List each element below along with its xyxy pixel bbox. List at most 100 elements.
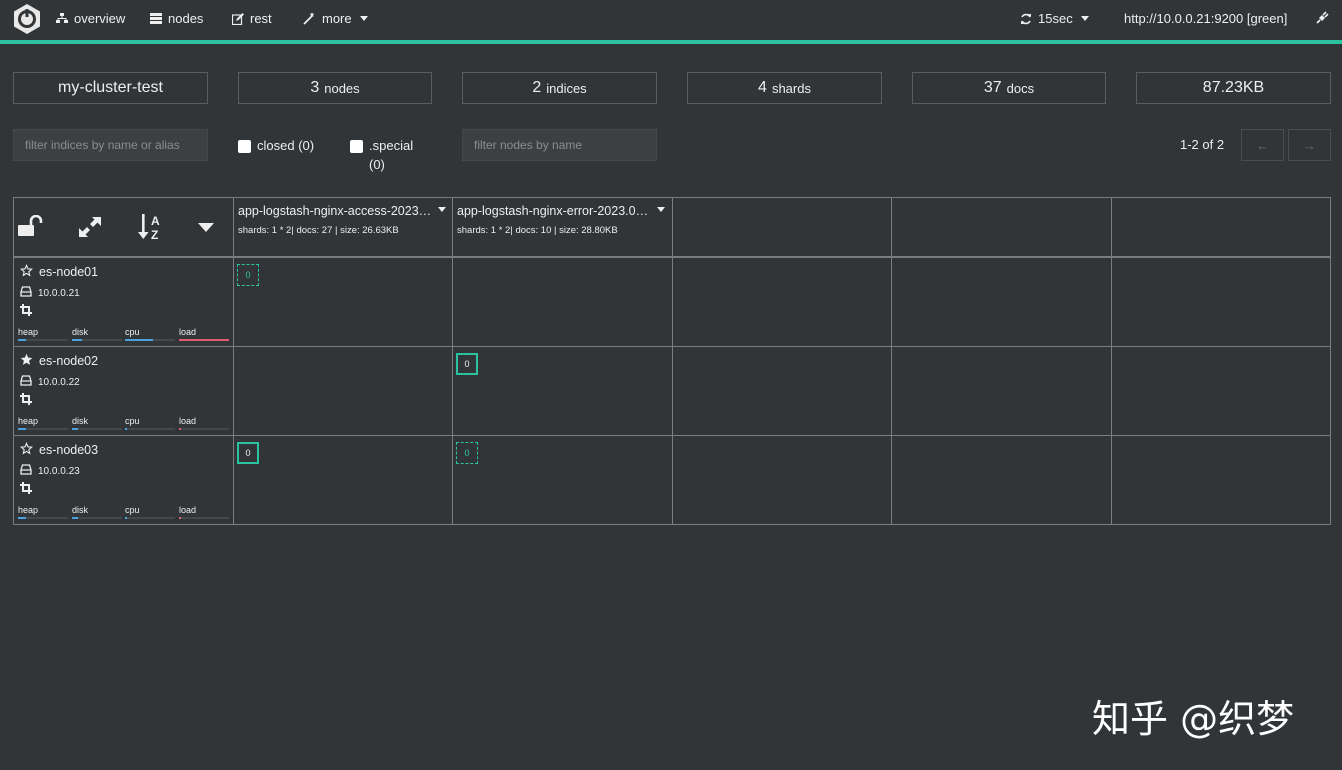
column-divider bbox=[452, 198, 453, 524]
caret-down-icon[interactable] bbox=[657, 207, 665, 212]
metric-heap: heap bbox=[18, 416, 68, 430]
metric-bar bbox=[72, 339, 122, 341]
crop-icon bbox=[20, 482, 32, 497]
index-name: app-logstash-nginx-error-2023.06.05 bbox=[457, 204, 651, 218]
metric-bar-fill bbox=[18, 517, 26, 519]
shards-count-box: 4 shards bbox=[687, 72, 882, 104]
node-name-link[interactable]: es-node03 bbox=[19, 441, 99, 458]
arrow-left-icon: ← bbox=[1256, 137, 1269, 153]
metric-label: load bbox=[179, 327, 197, 337]
cluster-overview-grid: A Z app-logstash-nginx-access-2023.06.05… bbox=[13, 197, 1331, 525]
column-divider bbox=[233, 198, 234, 524]
crop-icon bbox=[20, 304, 32, 319]
index-meta: shards: 1 * 2| docs: 10 | size: 28.80KB bbox=[457, 225, 618, 236]
metric-disk: disk bbox=[72, 327, 122, 341]
metric-label: heap bbox=[18, 327, 39, 337]
metric-bar bbox=[125, 339, 175, 341]
metric-load: load bbox=[179, 416, 229, 430]
cluster-size: 87.23KB bbox=[1202, 79, 1265, 96]
pagination-summary: 1-2 of 2 bbox=[1180, 137, 1225, 152]
svg-text:A: A bbox=[151, 214, 160, 228]
unlock-icon[interactable] bbox=[18, 215, 44, 237]
caret-down-icon[interactable] bbox=[438, 207, 446, 212]
special-label: .special bbox=[369, 138, 414, 153]
index-header-0[interactable]: app-logstash-nginx-access-2023.06.05 sha… bbox=[238, 204, 448, 236]
master-star-icon bbox=[20, 353, 33, 369]
node-ip-text: 10.0.0.22 bbox=[38, 376, 80, 388]
metric-label: cpu bbox=[125, 327, 140, 337]
metric-label: load bbox=[179, 505, 197, 515]
node-ip: 10.0.0.22 bbox=[20, 375, 80, 389]
node-name: es-node02 bbox=[39, 354, 99, 368]
metric-bar bbox=[125, 517, 175, 519]
metric-label: disk bbox=[72, 505, 89, 515]
primary-shard[interactable]: 0 bbox=[237, 442, 259, 464]
metric-load: load bbox=[179, 505, 229, 519]
node-name-link[interactable]: es-node02 bbox=[20, 353, 98, 369]
replica-shard[interactable]: 0 bbox=[237, 264, 259, 286]
index-meta: shards: 1 * 2| docs: 27 | size: 26.63KB bbox=[238, 225, 399, 236]
index-filter-input[interactable] bbox=[13, 129, 208, 161]
chevron-down-icon bbox=[1080, 16, 1089, 21]
indices-count-label: indices bbox=[546, 80, 587, 96]
connection-label: http://10.0.0.21:9200 [green] bbox=[1124, 11, 1288, 26]
indices-count: 2 bbox=[532, 79, 542, 96]
indices-count-box: 2 indices bbox=[462, 72, 657, 104]
nodes-count-box: 3 nodes bbox=[238, 72, 432, 104]
nav-nodes-label: nodes bbox=[168, 11, 204, 26]
metric-bar-fill bbox=[72, 428, 78, 430]
metric-disk: disk bbox=[72, 416, 122, 430]
metric-bar bbox=[18, 339, 68, 341]
refresh-interval-dropdown[interactable]: 15sec bbox=[1020, 11, 1089, 26]
metric-bar bbox=[18, 517, 68, 519]
column-divider bbox=[672, 198, 673, 524]
disconnect-button[interactable] bbox=[1316, 11, 1329, 24]
metric-cpu: cpu bbox=[125, 327, 175, 341]
nav-nodes[interactable]: nodes bbox=[150, 11, 203, 26]
node-name-link[interactable]: es-node01 bbox=[19, 263, 99, 280]
special-count: (0) bbox=[369, 157, 385, 172]
crop-icon bbox=[20, 393, 32, 408]
caret-down-icon[interactable] bbox=[198, 223, 214, 232]
metric-label: disk bbox=[72, 327, 89, 337]
primary-shard[interactable]: 0 bbox=[456, 353, 478, 375]
prev-page-button[interactable]: ← bbox=[1241, 129, 1284, 161]
special-checkbox[interactable] bbox=[350, 140, 363, 153]
cluster-connection-url[interactable]: http://10.0.0.21:9200 [green] bbox=[1124, 11, 1287, 26]
sitemap-icon bbox=[56, 13, 68, 23]
node-name: es-node01 bbox=[39, 265, 99, 279]
metric-load: load bbox=[179, 327, 229, 341]
metric-label: heap bbox=[18, 416, 39, 426]
sort-alpha-icon[interactable]: A Z bbox=[138, 213, 164, 241]
star-icon bbox=[19, 263, 34, 280]
metric-bar-fill bbox=[72, 517, 78, 519]
cerebro-logo[interactable] bbox=[12, 3, 42, 35]
nav-more-dropdown[interactable]: more bbox=[303, 11, 368, 26]
nav-rest[interactable]: rest bbox=[232, 11, 272, 26]
cluster-name-box: my-cluster-test bbox=[13, 72, 208, 104]
nav-rest-label: rest bbox=[250, 11, 272, 26]
refresh-interval-label: 15sec bbox=[1038, 11, 1073, 26]
next-page-button[interactable]: → bbox=[1288, 129, 1331, 161]
expand-icon[interactable] bbox=[78, 216, 102, 238]
replica-shard[interactable]: 0 bbox=[456, 442, 478, 464]
special-indices-toggle[interactable]: .special (0) bbox=[350, 137, 413, 174]
nav-overview[interactable]: overview bbox=[56, 11, 125, 26]
closed-checkbox[interactable] bbox=[238, 140, 251, 153]
metric-bar-fill bbox=[179, 428, 181, 430]
size-box: 87.23KB bbox=[1136, 72, 1331, 104]
metric-heap: heap bbox=[18, 505, 68, 519]
index-name: app-logstash-nginx-access-2023.06.05 bbox=[238, 204, 432, 218]
closed-indices-toggle[interactable]: closed (0) bbox=[238, 137, 314, 155]
column-divider bbox=[1111, 198, 1112, 524]
nodes-count-label: nodes bbox=[324, 80, 360, 96]
shards-count-label: shards bbox=[771, 80, 811, 96]
node-filter-input[interactable] bbox=[462, 129, 657, 161]
metric-bar-fill bbox=[179, 517, 181, 519]
cluster-name: my-cluster-test bbox=[58, 79, 163, 96]
node-name: es-node03 bbox=[39, 443, 99, 457]
docs-count: 37 bbox=[983, 79, 1002, 96]
metric-bar-fill bbox=[125, 428, 127, 430]
closed-label: closed (0) bbox=[257, 138, 315, 153]
index-header-1[interactable]: app-logstash-nginx-error-2023.06.05 shar… bbox=[457, 204, 667, 236]
